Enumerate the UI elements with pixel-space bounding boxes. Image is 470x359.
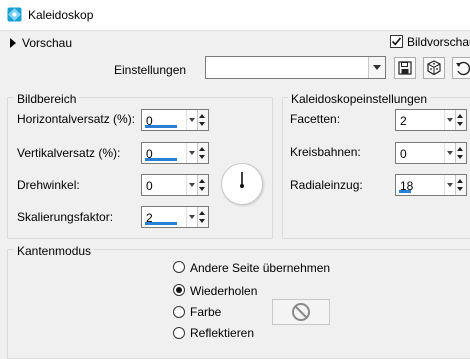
bildvorschau-checkbox[interactable] — [390, 35, 403, 48]
settings-dropdown[interactable] — [205, 56, 386, 79]
radio-color-label: Farbe — [190, 305, 222, 319]
value-bar — [145, 158, 177, 161]
preview-label: Vorschau — [22, 36, 73, 50]
rotation-dial[interactable] — [221, 163, 263, 205]
kaleido-settings-title: Kaleidoskopeinstellungen — [288, 92, 431, 106]
vertical-offset-spinbox[interactable]: 0 — [141, 142, 209, 164]
facets-value: 2 — [400, 114, 407, 128]
horizontal-offset-label: Horizontalversatz (%): — [17, 112, 136, 126]
reset-button[interactable] — [452, 57, 470, 79]
save-preset-button[interactable] — [394, 57, 416, 79]
preview-toggle[interactable]: Vorschau — [10, 36, 72, 50]
radio-color[interactable] — [173, 306, 185, 318]
rotation-angle-label: Drehwinkel: — [17, 178, 80, 192]
scale-factor-label: Skalierungsfaktor: — [17, 210, 114, 224]
radial-indent-spinbox[interactable]: 18 — [395, 174, 467, 196]
edge-mode-title: Kantenmodus — [14, 244, 95, 258]
dropdown-arrow-icon[interactable] — [444, 143, 455, 163]
spin-arrows-icon[interactable] — [197, 175, 208, 195]
radio-reflect[interactable] — [173, 327, 185, 339]
rotation-angle-value: 0 — [146, 179, 153, 193]
spin-arrows-icon[interactable] — [455, 110, 466, 130]
radio-other-side-label: Andere Seite übernehmen — [190, 261, 331, 275]
dropdown-arrow-icon[interactable] — [186, 175, 197, 195]
spin-arrows-icon[interactable] — [197, 143, 208, 163]
radial-indent-label: Radialeinzug: — [290, 178, 363, 192]
dropdown-arrow-icon[interactable] — [186, 207, 197, 227]
orbits-value: 0 — [400, 147, 407, 161]
window-title: Kaleidoskop — [28, 8, 94, 22]
bildvorschau-label: Bildvorschau — [407, 35, 470, 49]
value-bar — [399, 190, 411, 193]
value-bar — [145, 125, 177, 128]
rotation-angle-spinbox[interactable]: 0 — [141, 174, 209, 196]
kaleidoscope-app-icon — [7, 7, 22, 22]
randomize-button[interactable] — [423, 57, 445, 79]
dropdown-arrow-icon[interactable] — [444, 110, 455, 130]
radio-repeat-label: Wiederholen — [190, 284, 258, 298]
reset-icon — [456, 61, 470, 76]
spin-arrows-icon[interactable] — [197, 110, 208, 130]
radio-reflect-label: Reflektieren — [190, 326, 255, 340]
bildbereich-title: Bildbereich — [14, 92, 80, 106]
floppy-disk-icon — [398, 61, 412, 75]
spin-arrows-icon[interactable] — [197, 207, 208, 227]
facets-spinbox[interactable]: 2 — [395, 109, 467, 131]
dice-icon — [427, 60, 441, 76]
orbits-label: Kreisbahnen: — [290, 145, 361, 159]
orbits-spinbox[interactable]: 0 — [395, 142, 467, 164]
checkmark-icon — [391, 37, 402, 46]
settings-label: Einstellungen — [114, 63, 187, 77]
vertical-offset-label: Vertikalversatz (%): — [17, 146, 121, 160]
title-bar: Kaleidoskop — [0, 0, 470, 31]
chevron-down-icon[interactable] — [368, 57, 385, 78]
facets-label: Facetten: — [290, 112, 341, 126]
dropdown-arrow-icon[interactable] — [186, 143, 197, 163]
value-bar — [145, 222, 177, 225]
radio-repeat[interactable] — [173, 284, 185, 296]
expand-triangle-icon — [10, 38, 16, 48]
spin-arrows-icon[interactable] — [455, 143, 466, 163]
spin-arrows-icon[interactable] — [455, 175, 466, 195]
color-swatch-button[interactable] — [272, 299, 330, 325]
horizontal-offset-spinbox[interactable]: 0 — [141, 109, 209, 131]
dial-needle-icon — [240, 172, 244, 188]
dropdown-arrow-icon[interactable] — [186, 110, 197, 130]
scale-factor-spinbox[interactable]: 2 — [141, 206, 209, 228]
no-color-icon — [292, 303, 310, 321]
radio-other-side[interactable] — [173, 261, 185, 273]
dropdown-arrow-icon[interactable] — [444, 175, 455, 195]
